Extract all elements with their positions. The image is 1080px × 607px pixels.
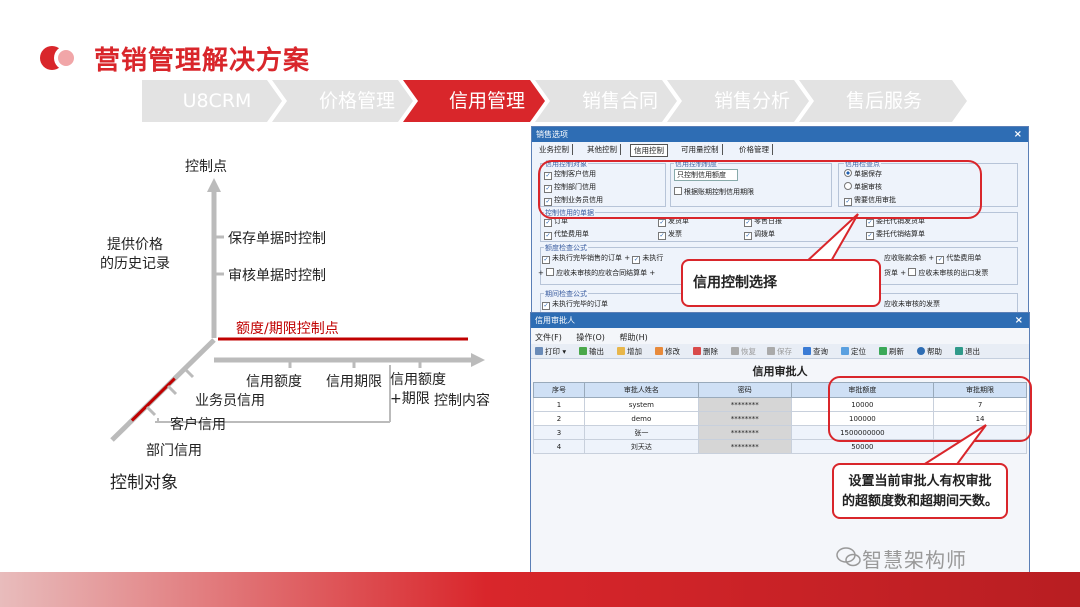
brand-watermark: 智慧架构师 bbox=[862, 548, 967, 572]
footer-band bbox=[0, 572, 1080, 607]
callout-approver-note: 设置当前审批人有权审批 的超额度数和超期间天数。 bbox=[832, 463, 1008, 519]
callout-credit-select: 信用控制选择 bbox=[681, 259, 881, 307]
wechat-icon bbox=[836, 547, 861, 567]
